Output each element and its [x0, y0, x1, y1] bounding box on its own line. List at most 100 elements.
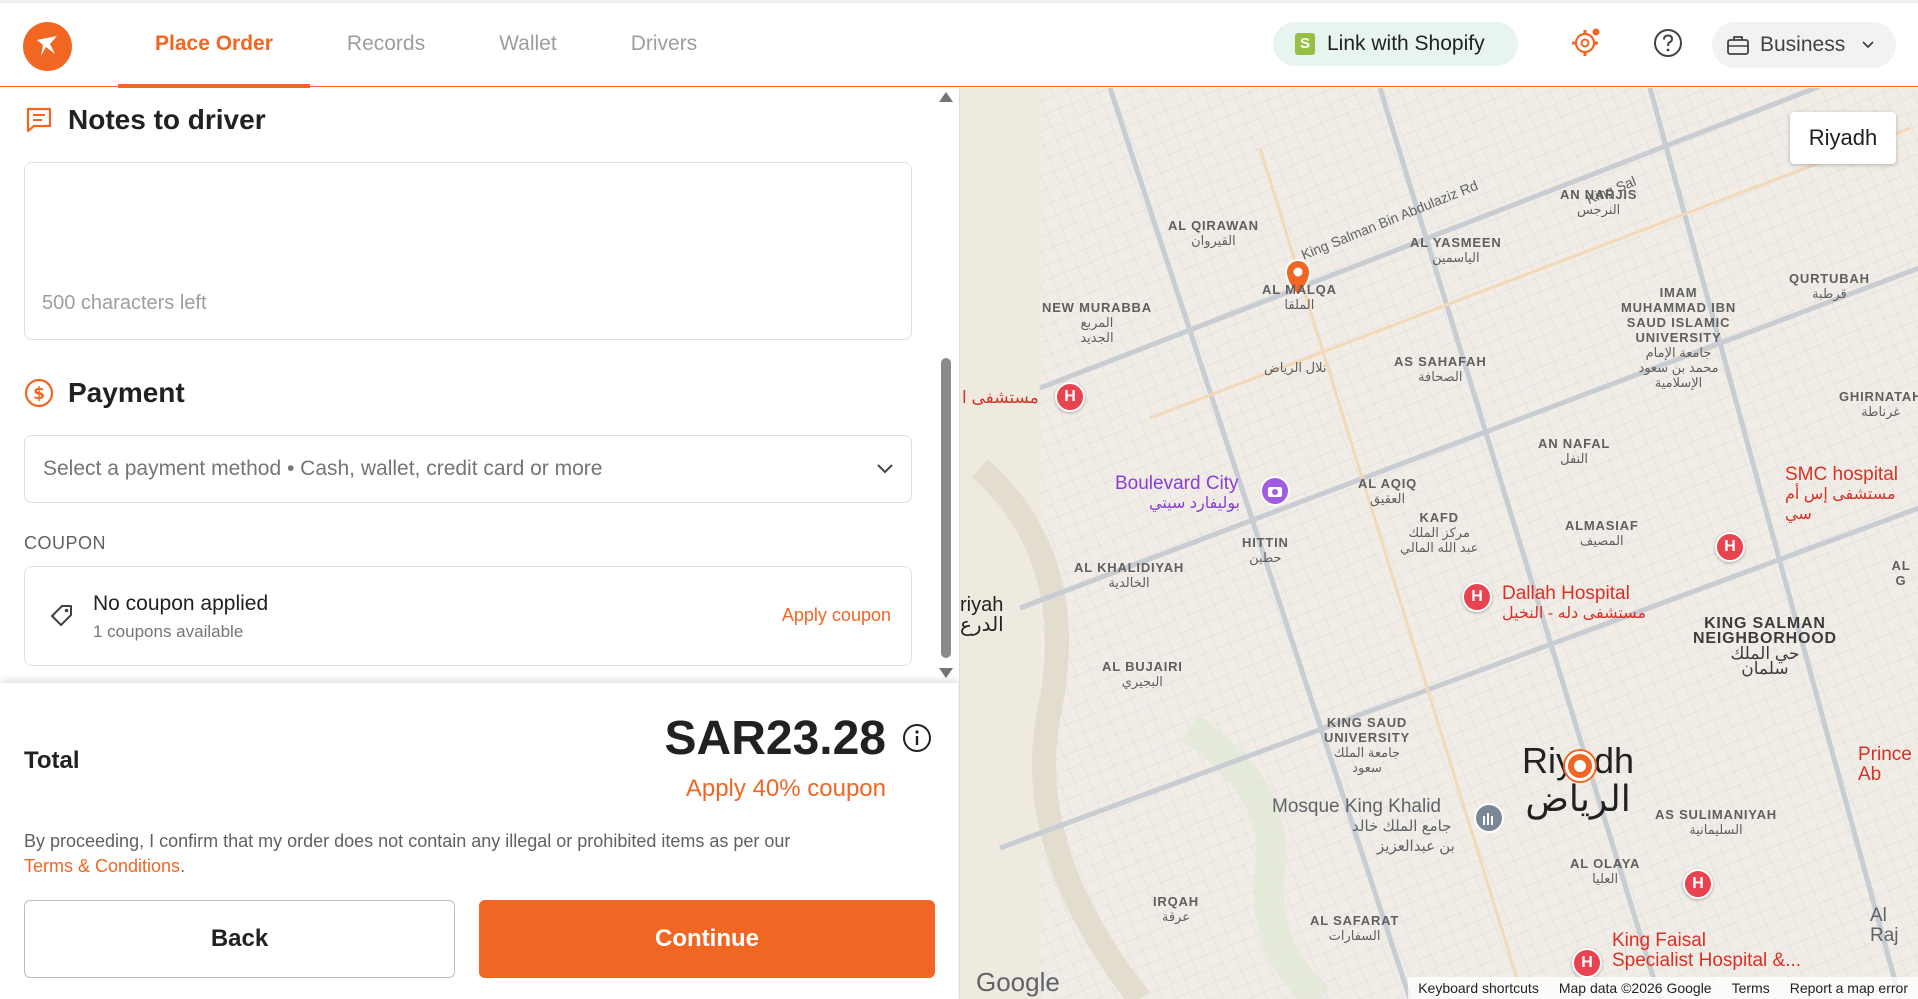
tag-icon	[51, 605, 72, 626]
coupon-subtitle: 1 coupons available	[93, 622, 244, 641]
city-center-marker-icon	[1565, 751, 1595, 781]
info-icon[interactable]	[902, 723, 932, 753]
map-district-label: IRQAH عرقة	[1153, 894, 1199, 924]
payment-method-select[interactable]: Select a payment method • Cash, wallet, …	[24, 435, 912, 503]
notes-section-title: Notes to driver	[24, 104, 266, 136]
coupon-label: COUPON	[24, 533, 107, 553]
logo-bird-icon[interactable]	[23, 22, 72, 71]
map-district-label: KING SAUD UNIVERSITY جامعة الملك سعود	[1324, 715, 1411, 775]
map-poi-king-faisal[interactable]: King Faisal Specialist Hospital &...	[1612, 931, 1801, 971]
map-poi-al-raj[interactable]: Al Raj	[1870, 906, 1918, 946]
map-district-label: IMAM MUHAMMAD IBN SAUD ISLAMIC UNIVERSITY جا…	[1621, 285, 1737, 390]
map-district-label: QURTUBAH قرطبة	[1789, 271, 1870, 301]
map-district-label: KING SALMAN NEIGHBORHOOD حي الملك سلمان	[1693, 615, 1837, 678]
terms-link[interactable]: Terms & Conditions	[24, 856, 180, 876]
map-poi-mosque[interactable]: Mosque King Khalid جامع الملك خالد بن عبدا…	[1272, 797, 1455, 857]
map-district-label: HITTIN حطين	[1242, 535, 1289, 565]
order-summary-footer: Total SAR23.28 Apply 40% coupon By proce…	[0, 683, 958, 999]
tab-records[interactable]: Records	[310, 0, 462, 87]
chevron-down-icon	[1862, 41, 1874, 49]
map-data-credit: Map data ©2026 Google	[1558, 980, 1712, 996]
payment-placeholder: Select a payment method • Cash, wallet, …	[43, 457, 603, 480]
map-district-label: AS SAHAFAH الصحافة	[1394, 354, 1487, 384]
map-district-label: AL MALQA الملقا	[1262, 282, 1337, 312]
coupon-card: No coupon applied 1 coupons available Ap…	[24, 566, 912, 666]
terms-map-link[interactable]: Terms	[1722, 980, 1780, 996]
map-footer: Keyboard shortcuts Map data ©2026 Google…	[1408, 977, 1918, 999]
map-district-label: نلال الرياض	[1264, 360, 1327, 375]
map-district-label: AN NARJIS النرجس	[1560, 187, 1638, 217]
notes-title: Notes to driver	[68, 104, 266, 135]
dollar-coin-icon: $	[24, 378, 54, 408]
hospital-pin-icon[interactable]: H	[1572, 948, 1602, 978]
map-district-label: AL SAFARAT السفارات	[1310, 913, 1400, 943]
settings-gear-icon[interactable]	[1568, 26, 1602, 60]
business-label: Business	[1760, 33, 1846, 56]
business-account-dropdown[interactable]: Business	[1712, 22, 1896, 68]
order-disclaimer: By proceeding, I confirm that my order d…	[24, 829, 924, 879]
google-logo: Google	[976, 967, 1060, 997]
map-district-label: AL QIRAWAN القيروان	[1168, 218, 1259, 248]
map-city-label-partial: riyah الدرع	[960, 594, 1004, 636]
map-district-label: AL AQIQ العقيق	[1358, 476, 1418, 506]
map-district-label: AL YASMEEN الياسمين	[1410, 235, 1502, 265]
terms-suffix: .	[180, 856, 186, 876]
hospital-pin-icon[interactable]: H	[1462, 582, 1492, 612]
continue-button[interactable]: Continue	[479, 900, 935, 978]
link-shopify-button[interactable]: Link with Shopify	[1273, 22, 1518, 66]
hospital-pin-icon[interactable]: H	[1715, 532, 1745, 562]
link-shopify-label: Link with Shopify	[1327, 32, 1485, 55]
apply-40-coupon-link[interactable]: Apply 40% coupon	[686, 775, 886, 803]
hospital-pin-icon[interactable]: H	[1683, 869, 1713, 899]
hospital-pin-icon[interactable]: H	[1055, 382, 1085, 412]
map-poi-hospital[interactable]: مستشفى ا	[962, 388, 1039, 408]
shopify-bag-icon	[1295, 33, 1315, 55]
back-button[interactable]: Back	[24, 900, 455, 978]
map-poi-boulevard-city[interactable]: Boulevard City بوليفارد سيتي	[1115, 474, 1240, 514]
svg-text:$: $	[33, 384, 45, 404]
tab-wallet[interactable]: Wallet	[462, 0, 594, 87]
scroll-up-arrow[interactable]	[939, 92, 953, 102]
map-district-label: AN NAFAL النفل	[1538, 436, 1611, 466]
apply-coupon-link[interactable]: Apply coupon	[782, 605, 891, 626]
camera-pin-icon[interactable]	[1260, 476, 1290, 506]
report-map-error-link[interactable]: Report a map error	[1780, 980, 1918, 996]
payment-section-title: $ Payment	[24, 377, 185, 409]
briefcase-icon	[1727, 36, 1749, 55]
map-district-label: AS SULIMANIYAH السليمانية	[1655, 807, 1777, 837]
disclaimer-text: By proceeding, I confirm that my order d…	[24, 831, 791, 851]
form-scrollbar[interactable]	[938, 88, 958, 683]
map-district-label: AL OLAYA العليا	[1570, 856, 1641, 886]
top-header: Place Order Records Wallet Drivers Link …	[0, 0, 1918, 88]
map-view[interactable]: Riyadh King Salman Bin Abdulaziz Rd King…	[959, 88, 1918, 999]
tab-place-order[interactable]: Place Order	[118, 0, 310, 88]
scroll-thumb[interactable]	[941, 358, 951, 658]
chevron-down-icon	[877, 464, 893, 474]
help-icon[interactable]	[1651, 26, 1685, 60]
order-form-panel: Notes to driver 500 characters left $ Pa…	[0, 88, 958, 999]
map-district-label: KAFD مركز الملك عبد الله المالي	[1400, 510, 1479, 555]
keyboard-shortcuts-link[interactable]: Keyboard shortcuts	[1408, 980, 1549, 996]
map-poi-smc-hospital[interactable]: SMC hospital مستشفى إس أم سي	[1785, 465, 1918, 525]
map-district-label: AL BUJAIRI البجيري	[1102, 659, 1183, 689]
main-nav: Place Order Records Wallet Drivers	[118, 0, 735, 88]
notes-chars-left: 500 characters left	[42, 292, 207, 314]
tab-drivers[interactable]: Drivers	[594, 0, 735, 87]
mosque-pin-icon[interactable]	[1474, 803, 1504, 833]
total-amount: SAR23.28	[664, 712, 886, 765]
map-district-label: ALMASIAF المصيف	[1565, 518, 1639, 548]
map-district-label: AL G	[1891, 558, 1911, 588]
map-district-label: NEW MURABBA المربع الجديد	[1042, 300, 1152, 345]
order-form-scroll[interactable]: Notes to driver 500 characters left $ Pa…	[0, 88, 938, 683]
scroll-down-arrow[interactable]	[939, 668, 953, 678]
coupon-title: No coupon applied	[93, 592, 269, 615]
map-poi-prince[interactable]: Prince Ab	[1858, 745, 1912, 785]
total-label: Total	[24, 747, 80, 774]
payment-title: Payment	[68, 377, 185, 408]
notes-icon	[26, 107, 52, 133]
map-district-label: GHIRNATAH غرناطة	[1839, 389, 1918, 419]
notes-textarea[interactable]: 500 characters left	[24, 162, 912, 340]
map-city-button[interactable]: Riyadh	[1790, 112, 1896, 164]
map-poi-dallah-hospital[interactable]: Dallah Hospital مستشفى دله - النخيل	[1502, 584, 1646, 624]
map-district-label: AL KHALIDIYAH الخالدية	[1074, 560, 1185, 590]
